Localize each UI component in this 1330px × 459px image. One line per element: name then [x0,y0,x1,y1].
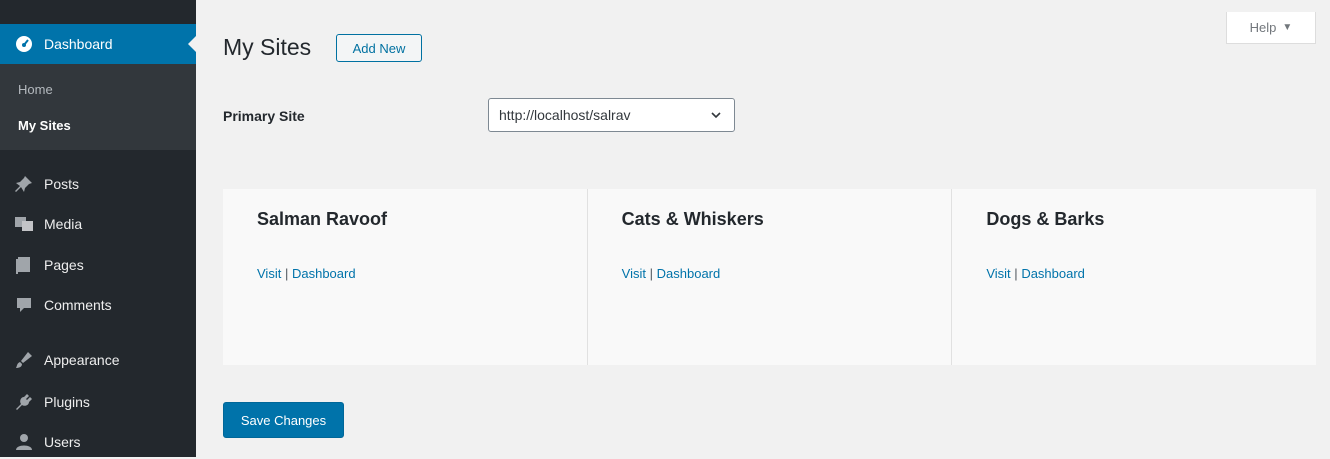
primary-site-value: http://localhost/salrav [499,107,631,123]
plugins-icon [14,392,34,412]
caret-down-icon: ▼ [1282,22,1293,33]
chevron-down-icon [711,112,721,119]
submenu-item-home[interactable]: Home [18,82,53,97]
users-icon [14,432,34,452]
visit-link[interactable]: Visit [622,266,646,281]
page-title: My Sites [223,34,312,60]
sidebar-item-label: Media [44,216,83,232]
visit-link[interactable]: Visit [257,266,281,281]
submenu-item-my-sites[interactable]: My Sites [18,118,71,133]
dashboard-icon [14,34,34,54]
main-content: My Sites Add New Help ▼ Primary Site htt… [196,0,1330,457]
dashboard-submenu: Home My Sites [0,64,196,150]
sidebar-item-users[interactable]: Users [0,425,196,459]
help-button[interactable]: Help ▼ [1226,12,1316,44]
sidebar-item-label: Appearance [44,352,120,368]
link-separator: | [284,266,289,281]
site-links: Visit | Dashboard [986,266,1085,281]
site-name: Cats & Whiskers [621,209,764,229]
sidebar-item-appearance[interactable]: Appearance [0,343,196,377]
primary-site-select[interactable]: http://localhost/salrav [488,98,735,132]
sidebar-item-comments[interactable]: Comments [0,288,196,322]
sidebar-item-posts[interactable]: Posts [0,167,196,201]
help-label: Help [1249,20,1277,35]
link-separator: | [649,266,654,281]
site-name: Salman Ravoof [257,209,388,229]
dashboard-link[interactable]: Dashboard [1021,266,1085,281]
comments-icon [14,295,34,315]
site-links: Visit | Dashboard [257,266,356,281]
sidebar-item-dashboard[interactable]: Dashboard [0,24,196,64]
sidebar-item-plugins[interactable]: Plugins [0,385,196,419]
dashboard-link[interactable]: Dashboard [292,266,356,281]
sidebar-item-label: Posts [44,176,80,192]
site-links: Visit | Dashboard [622,266,721,281]
admin-sidebar: Dashboard Home My Sites Posts Media Page… [0,0,196,457]
site-card: Dogs & Barks Visit | Dashboard [951,189,1316,365]
dashboard-link[interactable]: Dashboard [657,266,721,281]
pages-icon [14,255,34,275]
media-icon [14,214,34,234]
visit-link[interactable]: Visit [986,266,1010,281]
sidebar-item-pages[interactable]: Pages [0,248,196,282]
sidebar-item-label: Dashboard [44,36,113,52]
primary-site-label: Primary Site [223,108,305,124]
sidebar-item-label: Pages [44,257,84,273]
appearance-icon [14,350,34,370]
site-card: Salman Ravoof Visit | Dashboard [223,189,587,365]
link-separator: | [1014,266,1018,281]
save-changes-button[interactable]: Save Changes [223,402,344,438]
sidebar-item-media[interactable]: Media [0,207,196,241]
pin-icon [14,174,34,194]
site-card: Cats & Whiskers Visit | Dashboard [586,189,952,365]
sidebar-item-label: Users [44,434,81,450]
site-name: Dogs & Barks [986,209,1105,229]
add-new-button[interactable]: Add New [336,34,422,62]
sites-grid: Salman Ravoof Visit | Dashboard Cats & W… [223,189,1316,365]
sidebar-item-label: Plugins [44,394,90,410]
sidebar-item-label: Comments [44,297,112,313]
